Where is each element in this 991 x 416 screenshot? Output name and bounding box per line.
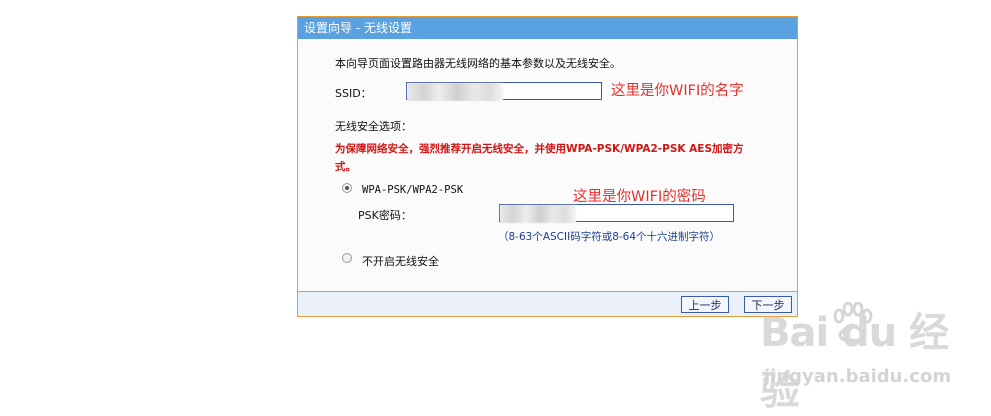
disable-security-radio[interactable] <box>342 253 352 263</box>
ssid-label: SSID： <box>335 87 372 100</box>
security-heading: 无线安全选项： <box>335 120 412 133</box>
prev-button[interactable]: 上一步 <box>681 296 729 313</box>
wpa-label: WPA-PSK/WPA2-PSK <box>362 184 464 196</box>
intro-text: 本向导页面设置路由器无线网络的基本参数以及无线安全。 <box>335 57 621 70</box>
ssid-input[interactable] <box>406 82 602 101</box>
psk-password-input[interactable] <box>499 204 734 223</box>
security-warning-line1: 为保障网络安全，强烈推荐开启无线安全，并使用WPA-PSK/WPA2-PSK A… <box>335 143 744 155</box>
disable-security-label: 不开启无线安全 <box>362 255 439 268</box>
watermark-url: jingyan.baidu.com <box>764 366 952 387</box>
baidu-jingyan-watermark: Bai du 经验 jingyan.baidu.com <box>760 300 986 414</box>
wpa-radio[interactable] <box>342 183 352 193</box>
psk-label: PSK密码： <box>358 209 412 222</box>
password-annotation: 这里是你WIFI的密码 <box>573 189 706 205</box>
security-warning-line2: 式。 <box>335 161 356 173</box>
psk-hint: （8-63个ASCII码字符或8-64个十六进制字符） <box>498 231 721 243</box>
redacted-password <box>500 205 576 223</box>
paw-icon <box>833 302 873 342</box>
ssid-annotation: 这里是你WIFI的名字 <box>611 83 744 99</box>
dialog-title: 设置向导 - 无线设置 <box>298 17 797 39</box>
wizard-dialog: 设置向导 - 无线设置 本向导页面设置路由器无线网络的基本参数以及无线安全。 S… <box>297 16 798 317</box>
redacted-ssid <box>407 83 503 101</box>
